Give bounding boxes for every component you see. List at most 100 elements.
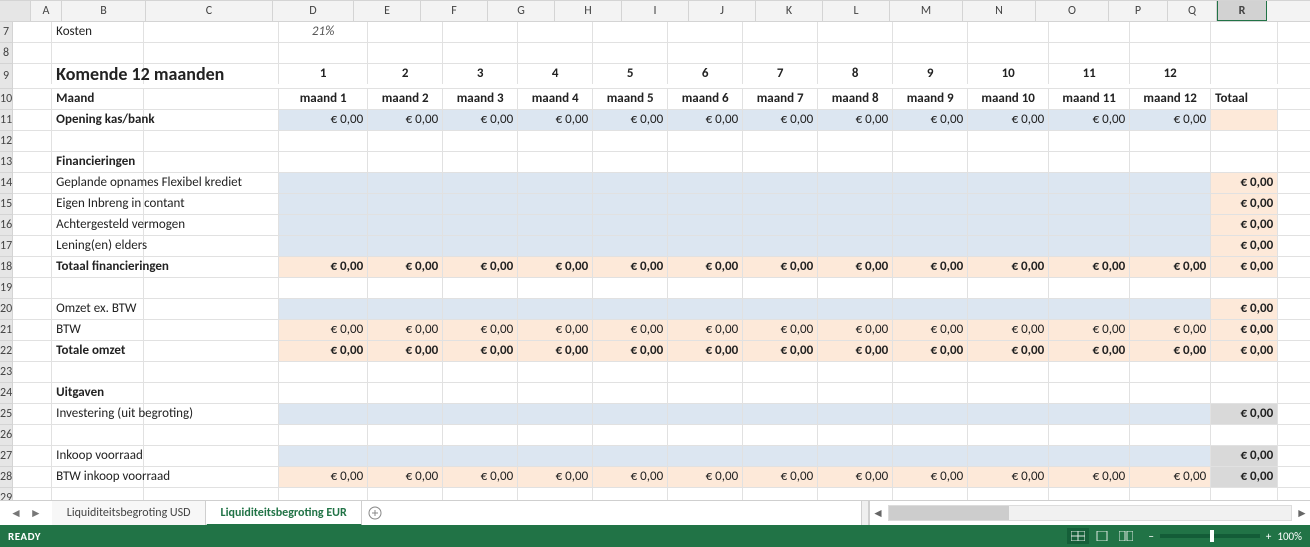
cell-K29[interactable] [818, 488, 893, 500]
cell-J10[interactable]: maand 7 [743, 89, 818, 109]
cell-Q22[interactable] [1278, 341, 1310, 361]
cell-Q23[interactable] [1278, 362, 1310, 382]
cell-E14[interactable] [368, 173, 443, 193]
cell-I12[interactable] [668, 131, 743, 151]
row-header-18[interactable]: 18 [0, 257, 12, 278]
cell-M20[interactable] [968, 299, 1049, 319]
cell-J27[interactable] [743, 446, 818, 466]
cell-P16[interactable]: € 0,00 [1211, 215, 1278, 235]
cell-N28[interactable]: € 0,00 [1049, 467, 1130, 487]
cell-F17[interactable] [443, 236, 518, 256]
cell-H19[interactable] [593, 278, 668, 298]
cell-A22[interactable] [13, 341, 52, 361]
cell-K10[interactable]: maand 8 [818, 89, 893, 109]
cell-B21[interactable]: BTW [52, 320, 144, 340]
cell-F10[interactable]: maand 3 [443, 89, 518, 109]
cell-O15[interactable] [1130, 194, 1211, 214]
cell-H27[interactable] [593, 446, 668, 466]
cell-P29[interactable] [1211, 488, 1278, 500]
col-header-M[interactable]: M [890, 1, 963, 21]
cell-C29[interactable] [144, 488, 279, 500]
cell-J23[interactable] [743, 362, 818, 382]
cell-Q25[interactable] [1278, 404, 1310, 424]
cell-Q14[interactable] [1278, 173, 1310, 193]
cell-B7[interactable]: Kosten [52, 22, 144, 42]
cell-K24[interactable] [818, 383, 893, 403]
cell-Q12[interactable] [1278, 131, 1310, 151]
cell-P10[interactable]: Totaal [1211, 89, 1278, 109]
cell-M8[interactable] [968, 43, 1049, 63]
cell-G19[interactable] [518, 278, 593, 298]
cell-P21[interactable]: € 0,00 [1211, 320, 1278, 340]
cell-I11[interactable]: € 0,00 [668, 110, 743, 130]
cell-G20[interactable] [518, 299, 593, 319]
cell-O13[interactable] [1130, 152, 1211, 172]
col-header-Q[interactable]: Q [1168, 1, 1217, 21]
zoom-slider-knob[interactable] [1210, 530, 1214, 542]
cell-Q17[interactable] [1278, 236, 1310, 256]
cell-F16[interactable] [443, 215, 518, 235]
cell-M19[interactable] [968, 278, 1049, 298]
cell-M11[interactable]: € 0,00 [968, 110, 1049, 130]
cell-E19[interactable] [368, 278, 443, 298]
cell-B29[interactable] [52, 488, 144, 500]
cell-I10[interactable]: maand 6 [668, 89, 743, 109]
scroll-right-arrow[interactable]: ► [1294, 506, 1310, 521]
cell-L14[interactable] [893, 173, 968, 193]
cell-P15[interactable]: € 0,00 [1211, 194, 1278, 214]
cell-D25[interactable] [279, 404, 368, 424]
cell-K12[interactable] [818, 131, 893, 151]
cell-H13[interactable] [593, 152, 668, 172]
cell-E20[interactable] [368, 299, 443, 319]
cell-O17[interactable] [1130, 236, 1211, 256]
cell-K15[interactable] [818, 194, 893, 214]
cell-H14[interactable] [593, 173, 668, 193]
cell-B10[interactable]: Maand [52, 89, 144, 109]
cell-L19[interactable] [893, 278, 968, 298]
cell-L12[interactable] [893, 131, 968, 151]
cell-O27[interactable] [1130, 446, 1211, 466]
cell-L28[interactable]: € 0,00 [893, 467, 968, 487]
zoom-out-button[interactable]: − [1148, 530, 1153, 543]
cell-N13[interactable] [1049, 152, 1130, 172]
cell-D11[interactable]: € 0,00 [279, 110, 368, 130]
cell-C17[interactable] [144, 236, 279, 256]
cell-G9[interactable]: 4 [518, 64, 593, 84]
cell-I28[interactable]: € 0,00 [668, 467, 743, 487]
cell-B22[interactable]: Totale omzet [52, 341, 144, 361]
row-header-15[interactable]: 15 [0, 194, 12, 215]
cell-H15[interactable] [593, 194, 668, 214]
cell-L24[interactable] [893, 383, 968, 403]
col-header-I[interactable]: I [622, 1, 689, 21]
cell-O10[interactable]: maand 12 [1130, 89, 1211, 109]
cell-G21[interactable]: € 0,00 [518, 320, 593, 340]
cell-P27[interactable]: € 0,00 [1211, 446, 1278, 466]
cell-E22[interactable]: € 0,00 [368, 341, 443, 361]
cell-D27[interactable] [279, 446, 368, 466]
cell-I19[interactable] [668, 278, 743, 298]
cell-I23[interactable] [668, 362, 743, 382]
cell-D10[interactable]: maand 1 [279, 89, 368, 109]
cell-L7[interactable] [893, 22, 968, 42]
cell-J20[interactable] [743, 299, 818, 319]
col-header-D[interactable]: D [273, 1, 354, 21]
cell-H24[interactable] [593, 383, 668, 403]
cell-L10[interactable]: maand 9 [893, 89, 968, 109]
cell-M10[interactable]: maand 10 [968, 89, 1049, 109]
row-header-16[interactable]: 16 [0, 215, 12, 236]
cell-N16[interactable] [1049, 215, 1130, 235]
col-header-J[interactable]: J [689, 1, 756, 21]
cell-Q21[interactable] [1278, 320, 1310, 340]
row-header-28[interactable]: 28 [0, 467, 12, 488]
cell-O20[interactable] [1130, 299, 1211, 319]
cell-I8[interactable] [668, 43, 743, 63]
cell-A18[interactable] [13, 257, 52, 277]
cell-D13[interactable] [279, 152, 368, 172]
cell-B19[interactable] [52, 278, 144, 298]
cell-A24[interactable] [13, 383, 52, 403]
cell-O21[interactable]: € 0,00 [1130, 320, 1211, 340]
cell-I26[interactable] [668, 425, 743, 445]
row-header-9[interactable]: 9 [0, 64, 12, 89]
row-header-13[interactable]: 13 [0, 152, 12, 173]
cell-P20[interactable]: € 0,00 [1211, 299, 1278, 319]
